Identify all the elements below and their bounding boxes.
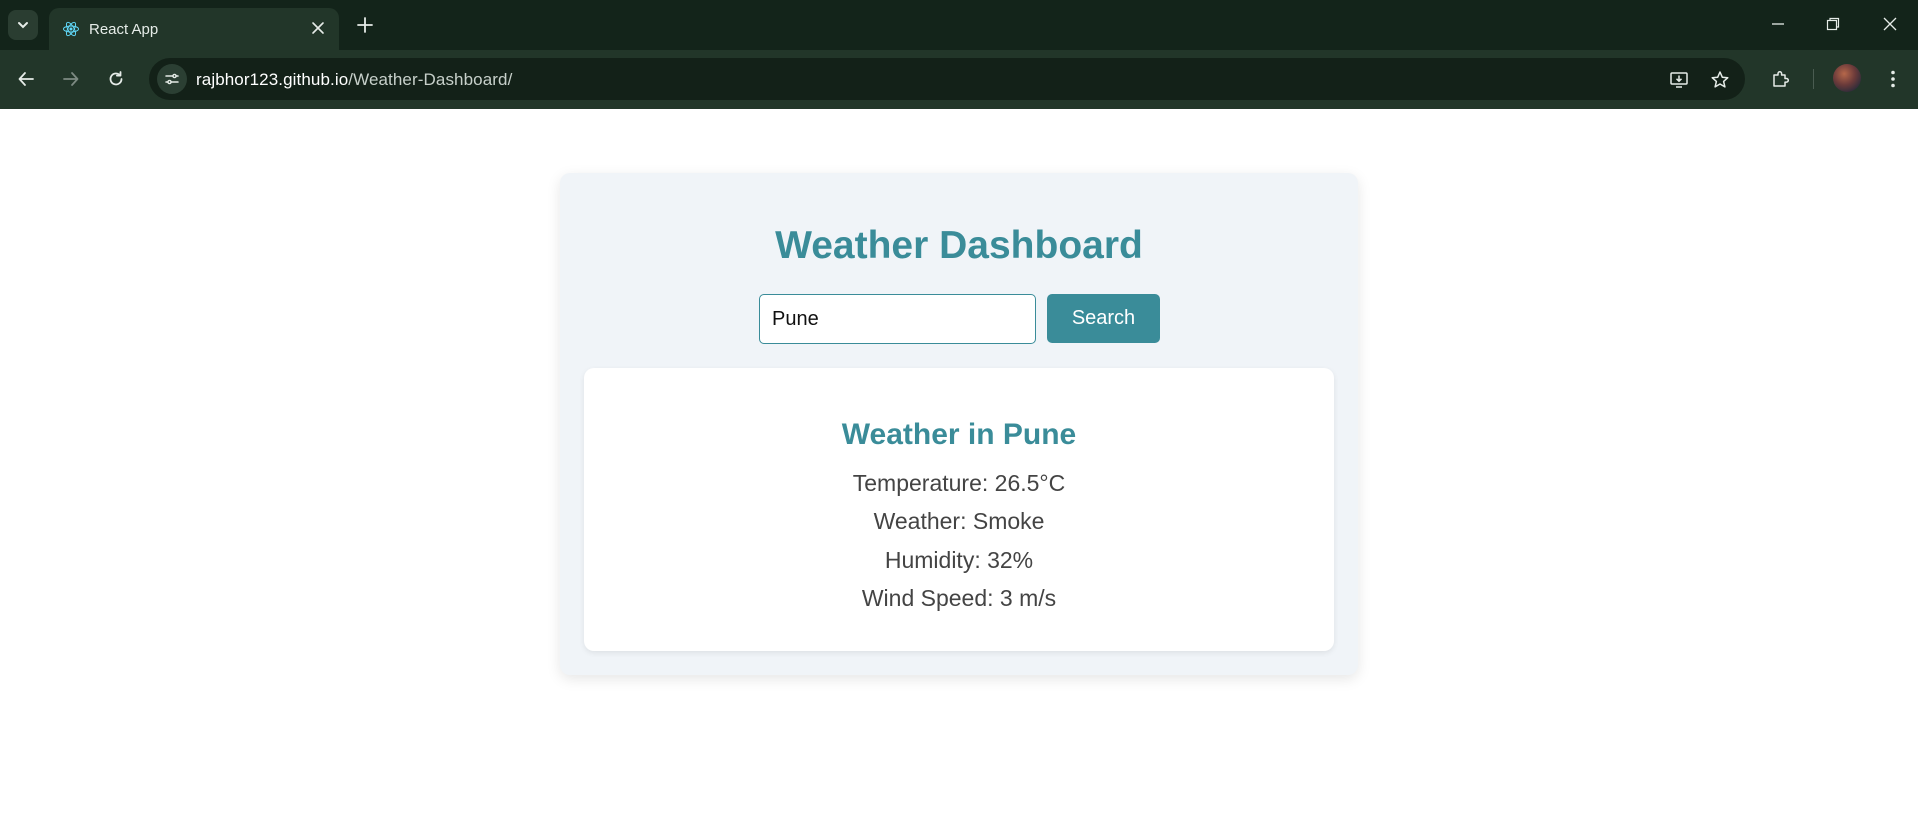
back-button[interactable] — [9, 62, 43, 96]
weather-dashboard: Weather Dashboard Search Weather in Pune… — [560, 173, 1358, 675]
restore-icon — [1826, 17, 1840, 31]
extensions-button[interactable] — [1766, 64, 1796, 94]
minimize-icon — [1772, 23, 1784, 25]
browser-tab[interactable]: React App — [49, 8, 339, 50]
tune-icon — [165, 73, 179, 85]
search-button[interactable]: Search — [1047, 294, 1160, 343]
site-info-button[interactable] — [157, 64, 187, 94]
wind-speed-text: Wind Speed: 3 m/s — [861, 585, 1057, 611]
reload-button[interactable] — [99, 62, 133, 96]
address-bar[interactable]: rajbhor123.github.io/Weather-Dashboard/ — [149, 58, 1745, 100]
install-app-button[interactable] — [1667, 68, 1691, 92]
forward-button[interactable] — [54, 62, 88, 96]
star-icon — [1711, 71, 1729, 88]
reload-icon — [109, 71, 123, 86]
menu-button[interactable] — [1878, 64, 1908, 94]
close-window-button[interactable] — [1870, 6, 1910, 42]
browser-toolbar: rajbhor123.github.io/Weather-Dashboard/ — [0, 50, 1918, 109]
profile-avatar[interactable] — [1833, 64, 1861, 92]
chevron-down-icon — [18, 22, 28, 29]
humidity-text: Humidity: 32% — [884, 547, 1034, 573]
weather-card: Weather in Pune Temperature: 26.5°C Weat… — [584, 368, 1334, 651]
url-path: /Weather-Dashboard/ — [348, 70, 513, 89]
tab-title: React App — [89, 21, 159, 38]
restore-button[interactable] — [1813, 6, 1853, 42]
weather-heading: Weather in Pune — [841, 418, 1077, 451]
bookmark-button[interactable] — [1708, 68, 1732, 92]
install-icon — [1670, 72, 1688, 88]
url-host: rajbhor123.github.io — [196, 70, 349, 89]
page-title: Weather Dashboard — [775, 224, 1143, 267]
close-icon — [1883, 17, 1897, 31]
arrow-left-icon — [18, 72, 34, 86]
temperature-text: Temperature: 26.5°C — [852, 470, 1066, 496]
tab-strip: React App — [0, 0, 1918, 50]
minimize-button[interactable] — [1758, 6, 1798, 42]
url-text[interactable]: rajbhor123.github.io/Weather-Dashboard/ — [196, 70, 512, 90]
puzzle-icon — [1773, 70, 1790, 87]
new-tab-button[interactable] — [352, 12, 378, 38]
city-search-input[interactable] — [759, 294, 1036, 344]
react-icon — [63, 21, 79, 37]
tab-close-button[interactable] — [307, 17, 329, 39]
page-content: Weather Dashboard Search Weather in Pune… — [0, 109, 1918, 817]
tab-search-button[interactable] — [8, 10, 38, 40]
toolbar-separator — [1813, 69, 1814, 89]
condition-text: Weather: Smoke — [873, 508, 1045, 534]
more-vert-icon — [1891, 70, 1895, 88]
arrow-right-icon — [63, 72, 79, 86]
close-icon — [312, 22, 324, 34]
plus-icon — [357, 17, 373, 33]
